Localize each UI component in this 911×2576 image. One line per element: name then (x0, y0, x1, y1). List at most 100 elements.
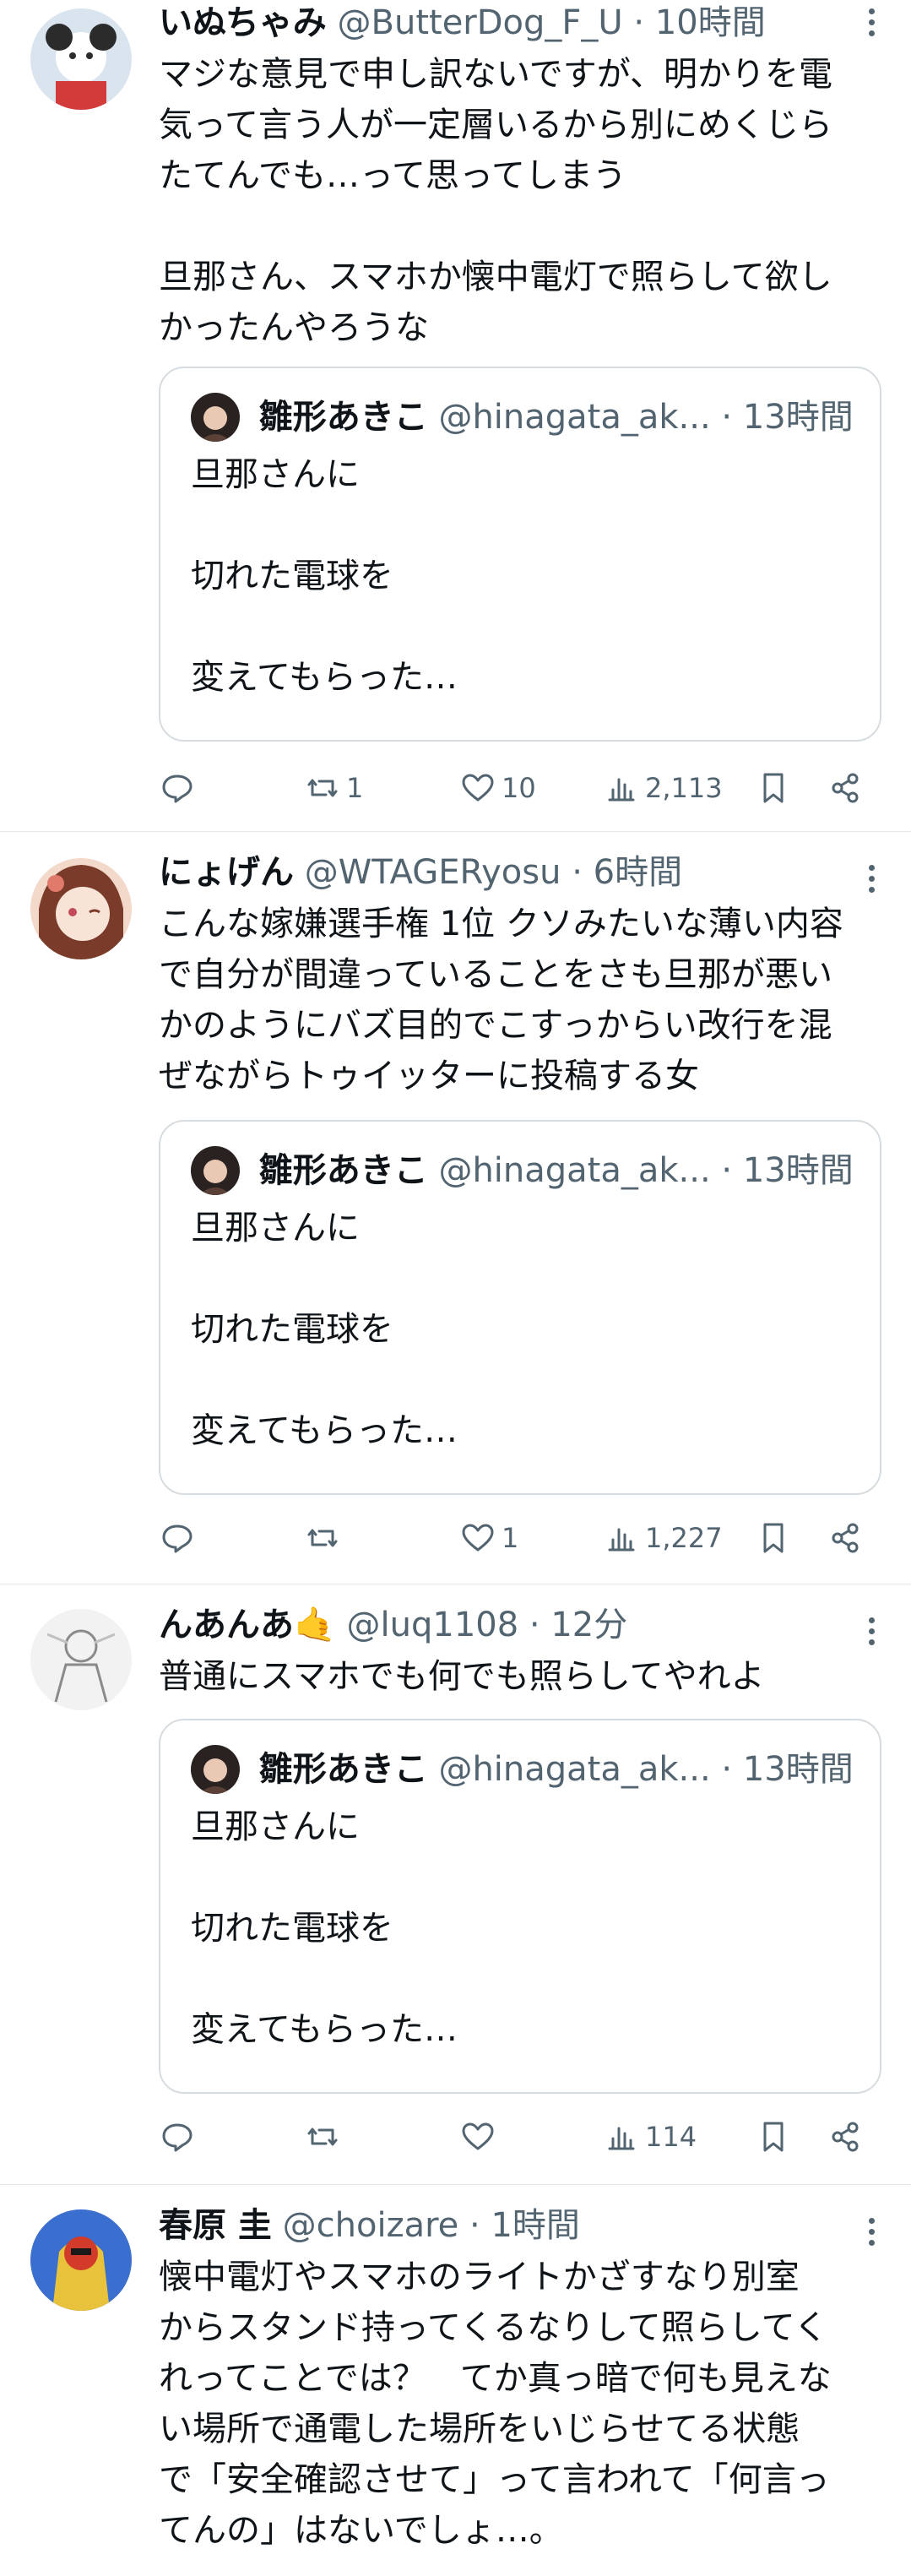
bookmark-button[interactable] (755, 1514, 792, 1562)
retweet-button[interactable]: 1 (304, 764, 363, 812)
views-count: 1,227 (645, 1522, 723, 1554)
avatar[interactable] (30, 8, 132, 110)
retweet-icon (307, 779, 338, 797)
bookmark-button[interactable] (755, 2113, 792, 2160)
author-handle[interactable]: @luq1108 (347, 1606, 519, 1644)
quoted-tweet[interactable]: 雛形あきこ @hinagata_ak... · 13時間 旦那さんに 切れた電球… (159, 1719, 881, 2094)
reply-icon (162, 774, 193, 803)
action-bar: 1 1,227 (159, 1514, 885, 1562)
tweet[interactable]: んあんあ🤙 @luq1108 · 12分 普通にスマホでも何でも照らしてやれよ … (0, 1585, 911, 2185)
author-handle[interactable]: @ButterDog_F_U (338, 3, 623, 42)
like-button[interactable]: 1 (459, 1514, 518, 1562)
timestamp[interactable]: 12分 (550, 1606, 627, 1644)
separator: · (633, 3, 645, 42)
more-icon[interactable] (869, 8, 877, 42)
share-icon (832, 773, 859, 803)
share-button[interactable] (827, 764, 865, 812)
quoted-author-name: 雛形あきこ (258, 1750, 428, 1789)
more-icon[interactable] (869, 2218, 877, 2252)
share-button[interactable] (827, 1514, 865, 1562)
action-bar: 1 10 2,113 (159, 764, 885, 812)
views-count: 114 (645, 2121, 697, 2153)
reply-icon (162, 2123, 193, 2152)
retweet-icon (307, 1529, 338, 1547)
views-button[interactable]: 1,227 (603, 1514, 723, 1562)
like-count: 1 (502, 1522, 519, 1554)
quoted-author-handle: @hinagata_ak... (438, 1750, 711, 1789)
quoted-header: 雛形あきこ @hinagata_ak... · 13時間 (191, 1144, 854, 1195)
author-name[interactable]: にょげん (159, 853, 294, 892)
share-icon (832, 1523, 859, 1553)
quoted-header: 雛形あきこ @hinagata_ak... · 13時間 (191, 390, 854, 442)
author-name[interactable]: んあんあ🤙 (159, 1606, 336, 1644)
bookmark-icon (763, 2122, 784, 2152)
quoted-author-name: 雛形あきこ (258, 398, 428, 437)
author-name[interactable]: いぬちゃみ (159, 3, 327, 42)
retweet-icon (307, 2128, 338, 2146)
author-name[interactable]: 春原 圭 (159, 2206, 272, 2245)
views-icon (608, 1528, 635, 1552)
tweet-text: マジな意見で申し訳ないですが、明かりを電 気って言う人が一定層いるから別にめくじ… (159, 55, 832, 347)
quoted-text: 旦那さんに 切れた電球を 変えてもらった… (191, 455, 458, 697)
avatar[interactable] (30, 2209, 132, 2311)
like-icon (462, 2122, 494, 2150)
share-button[interactable] (827, 2113, 865, 2160)
more-icon[interactable] (869, 1617, 877, 1651)
views-icon (608, 778, 635, 802)
timestamp[interactable]: 6時間 (594, 853, 682, 892)
separator: · (529, 1606, 540, 1644)
avatar[interactable] (30, 1609, 132, 1710)
quoted-avatar (191, 1146, 240, 1195)
avatar[interactable] (30, 858, 132, 959)
share-icon (832, 2122, 859, 2152)
quoted-header: 雛形あきこ @hinagata_ak... · 13時間 (191, 1742, 854, 1794)
quoted-timestamp: 13時間 (742, 1151, 854, 1190)
retweet-button[interactable] (304, 1514, 346, 1562)
reply-button[interactable] (159, 764, 201, 812)
like-icon (462, 774, 494, 802)
tweet-text: 普通にスマホでも何でも照らしてやれよ (159, 1657, 765, 1696)
quoted-text: 旦那さんに 切れた電球を 変えてもらった… (191, 1807, 458, 2049)
tweet-header: んあんあ🤙 @luq1108 · 12分 (159, 1604, 852, 1646)
author-handle[interactable]: @choizare (283, 2206, 459, 2245)
bookmark-button[interactable] (755, 764, 792, 812)
like-button[interactable]: 10 (459, 764, 536, 812)
views-button[interactable]: 2,113 (603, 764, 723, 812)
separator: · (721, 398, 733, 437)
quoted-avatar (191, 1745, 240, 1794)
reply-icon (162, 1524, 193, 1553)
action-bar: 114 (159, 2113, 885, 2160)
timestamp[interactable]: 1時間 (491, 2206, 579, 2245)
separator: · (469, 2206, 480, 2245)
tweet-header: 春原 圭 @choizare · 1時間 (159, 2204, 852, 2247)
retweet-button[interactable] (304, 2113, 346, 2160)
views-icon (608, 2127, 635, 2150)
quoted-author-name: 雛形あきこ (258, 1151, 428, 1190)
quoted-author-handle: @hinagata_ak... (438, 398, 711, 437)
separator: · (572, 853, 583, 892)
views-count: 2,113 (645, 772, 723, 804)
separator: · (721, 1750, 733, 1789)
tweet[interactable]: 春原 圭 @choizare · 1時間 懐中電灯やスマホのライトかざすなり別室… (0, 2186, 911, 2576)
quoted-tweet[interactable]: 雛形あきこ @hinagata_ak... · 13時間 旦那さんに 切れた電球… (159, 1120, 881, 1495)
like-button[interactable] (459, 2113, 502, 2160)
tweet-text: こんな嫁嫌選手権 1位 クソみたいな薄い内容 で自分が間違っていることをさも旦那… (159, 905, 843, 1095)
bookmark-icon (763, 1523, 784, 1553)
more-icon[interactable] (869, 865, 877, 899)
tweet-header: にょげん @WTAGERyosu · 6時間 (159, 851, 852, 894)
tweet[interactable]: いぬちゃみ @ButterDog_F_U · 10時間 マジな意見で申し訳ないで… (0, 0, 911, 832)
quoted-tweet[interactable]: 雛形あきこ @hinagata_ak... · 13時間 旦那さんに 切れた電球… (159, 367, 881, 742)
views-button[interactable]: 114 (603, 2113, 697, 2160)
timestamp[interactable]: 10時間 (655, 3, 766, 42)
quoted-avatar (191, 393, 240, 442)
tweet-text: 懐中電灯やスマホのライトかざすなり別室 からスタンド持ってくるなりして照らしてく… (159, 2258, 832, 2550)
author-handle[interactable]: @WTAGERyosu (305, 853, 561, 892)
tweet[interactable]: にょげん @WTAGERyosu · 6時間 こんな嫁嫌選手権 1位 クソみたい… (0, 833, 911, 1584)
reply-button[interactable] (159, 1514, 201, 1562)
like-icon (462, 1524, 494, 1552)
quoted-text: 旦那さんに 切れた電球を 変えてもらった… (191, 1209, 458, 1450)
separator: · (721, 1151, 733, 1190)
reply-button[interactable] (159, 2113, 201, 2160)
quoted-timestamp: 13時間 (742, 398, 854, 437)
bookmark-icon (763, 773, 784, 803)
